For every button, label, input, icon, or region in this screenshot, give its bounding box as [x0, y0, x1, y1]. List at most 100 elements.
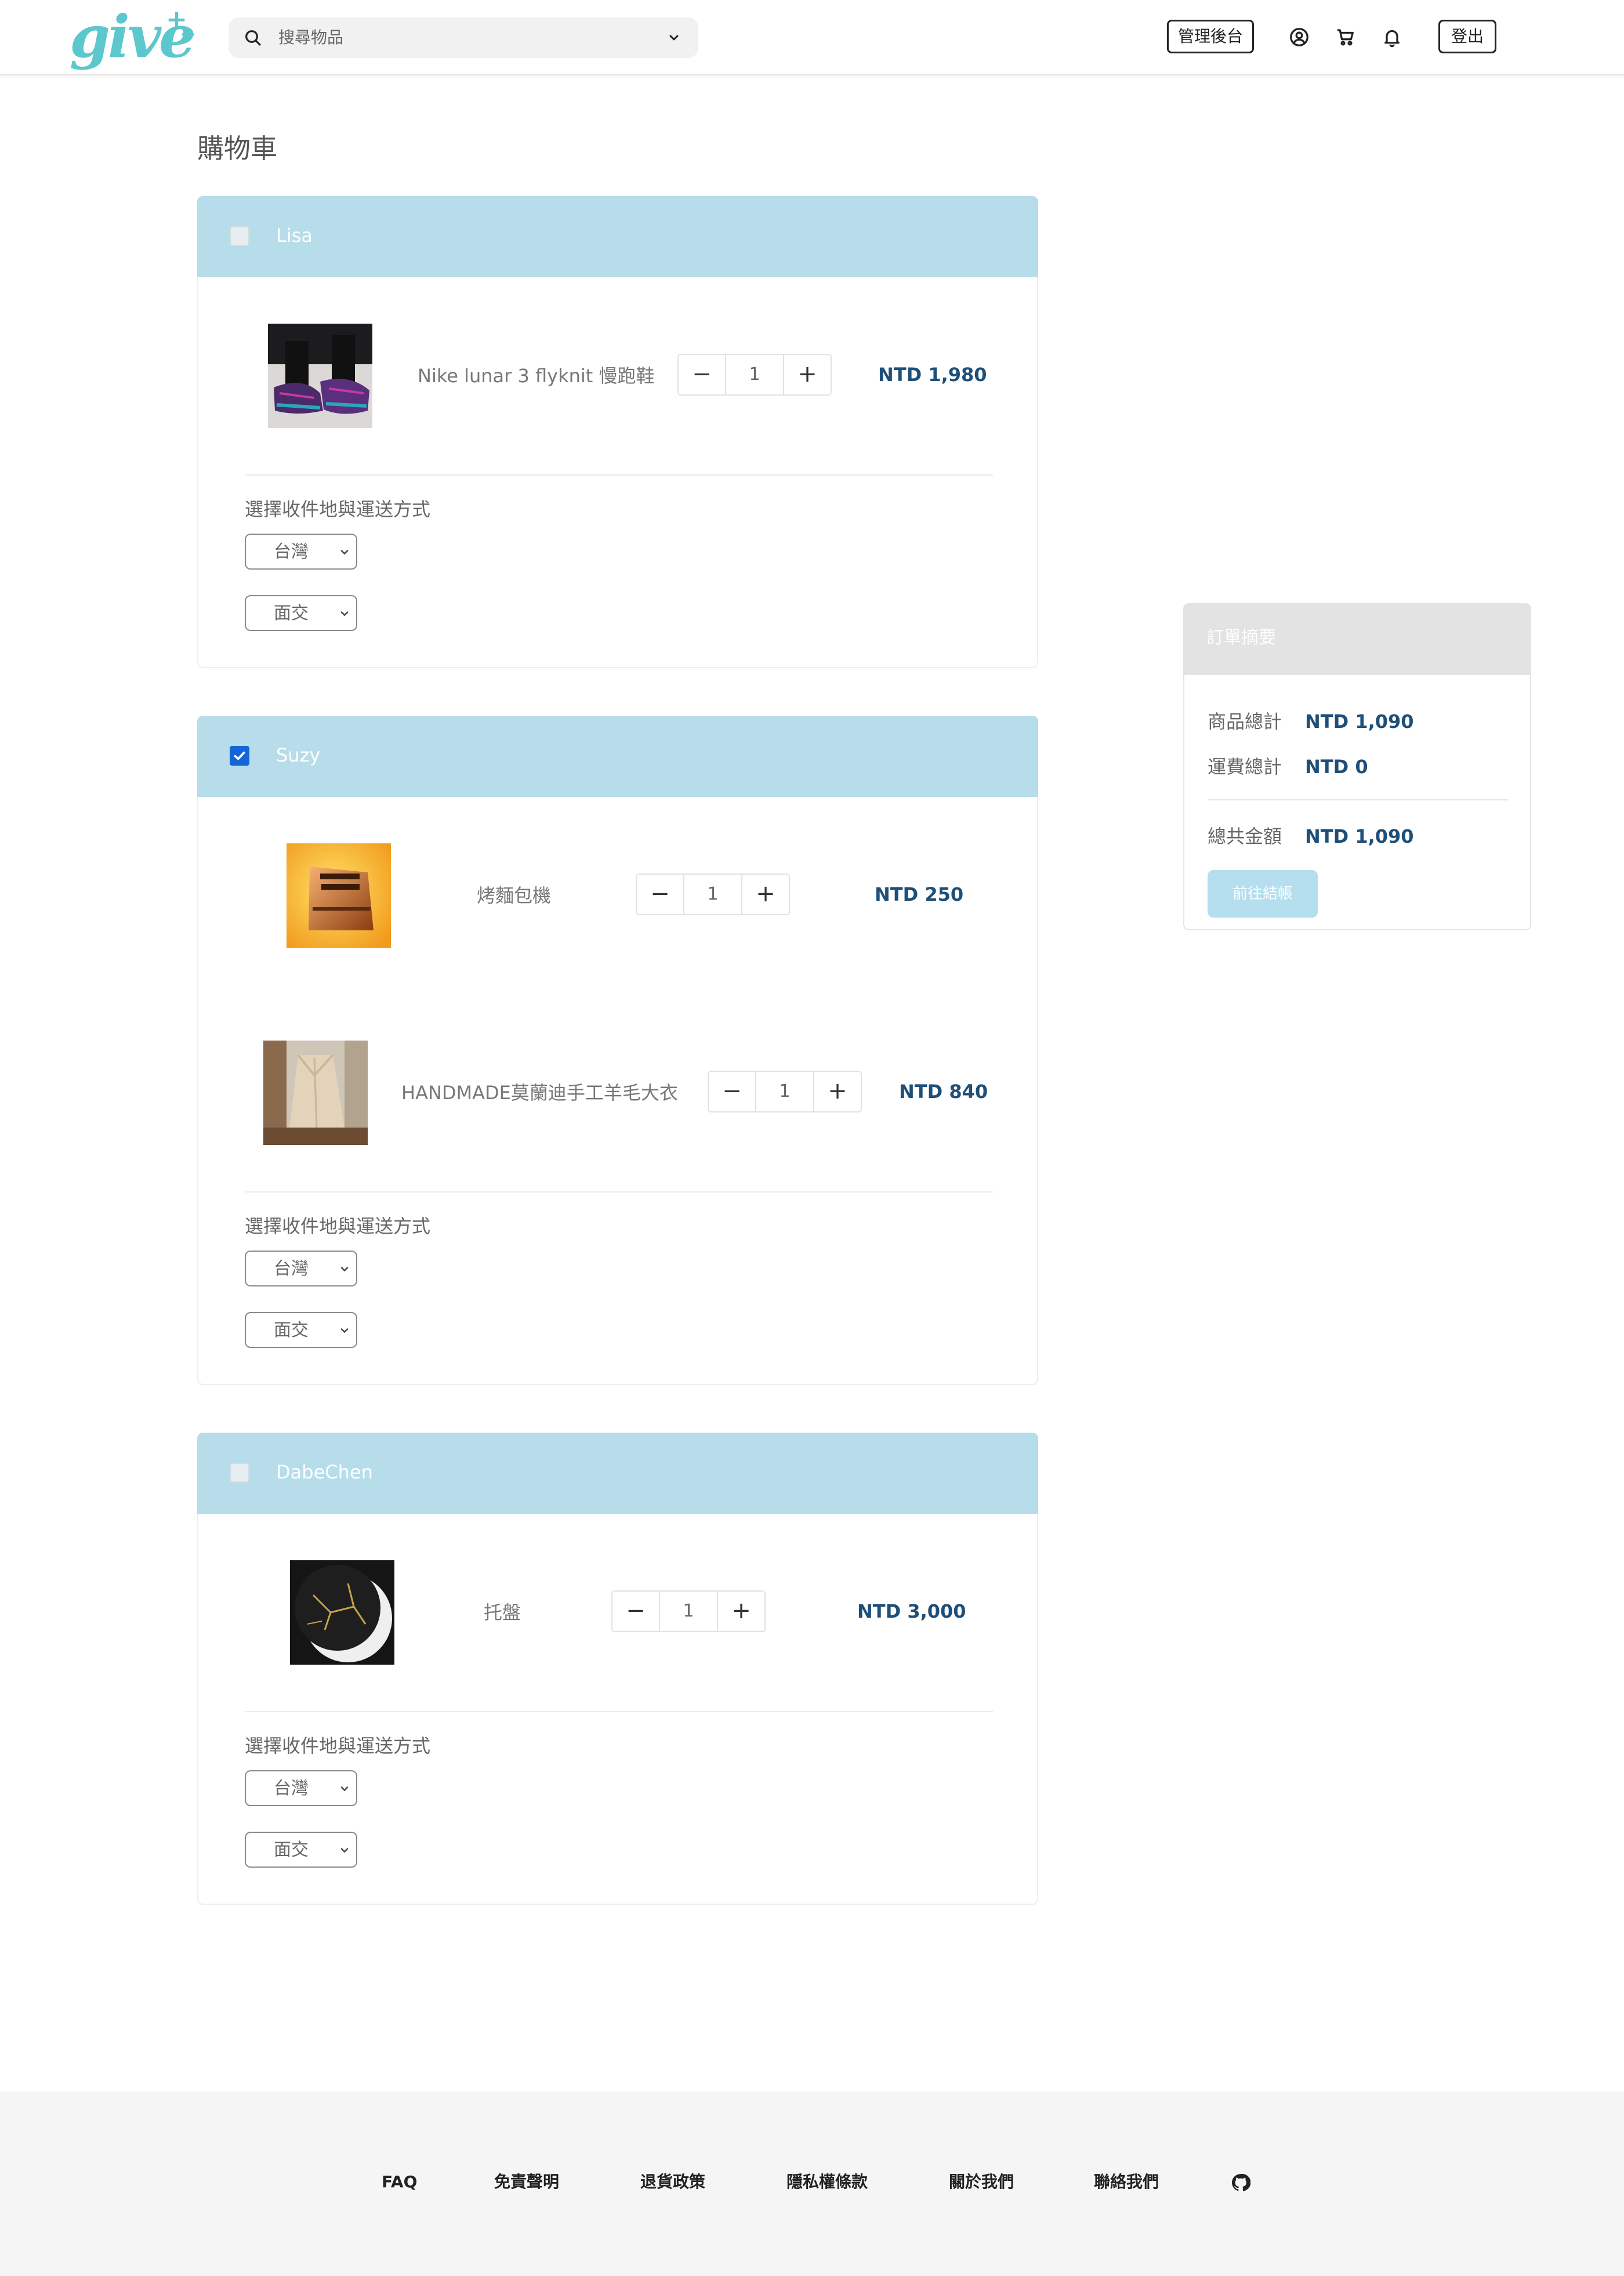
order-summary-title: 訂單摘要 — [1206, 628, 1276, 648]
decrease-quantity-button[interactable]: − — [611, 1590, 660, 1632]
product-image-wool-coat[interactable] — [263, 1041, 368, 1145]
footer-link-about[interactable]: 關於我們 — [949, 2170, 1014, 2194]
search-input[interactable]: 搜尋物品 — [278, 28, 343, 47]
github-icon[interactable] — [1231, 2173, 1250, 2192]
location-value: 台灣 — [274, 1259, 309, 1279]
checkout-button[interactable]: 前往結帳 — [1208, 870, 1318, 918]
shipping-label: 選擇收件地與運送方式 — [245, 1215, 431, 1237]
quantity-stepper: − 1 + — [708, 1071, 862, 1112]
seller-name: Lisa — [276, 224, 313, 247]
quantity-stepper: − 1 + — [611, 1590, 766, 1632]
divider — [245, 1711, 993, 1712]
cart-item: Nike lunar 3 flyknit 慢跑鞋 − 1 + NTD 1,980 — [198, 324, 1039, 428]
location-select[interactable]: 台灣 — [245, 1770, 357, 1806]
bell-icon[interactable] — [1382, 27, 1402, 48]
admin-button[interactable]: 管理後台 — [1167, 20, 1254, 53]
quantity-input[interactable]: 1 — [755, 1071, 814, 1112]
divider — [245, 474, 993, 476]
seller-card: Lisa Nike lunar 3 flyknit 慢跑鞋 − 1 + NTD … — [197, 196, 1038, 668]
cart-item: 烤麵包機 − 1 + NTD 250 — [198, 843, 1039, 948]
cart-icon[interactable] — [1335, 27, 1356, 48]
chevron-down-icon — [340, 611, 349, 617]
divider — [1208, 799, 1508, 800]
product-name[interactable]: Nike lunar 3 flyknit 慢跑鞋 — [418, 363, 655, 389]
seller-header: DabeChen — [197, 1433, 1038, 1514]
order-summary: 訂單摘要 商品總計 NTD 1,090 運費總計 NTD 0 總共金額 NTD … — [1183, 603, 1531, 930]
decrease-quantity-button[interactable]: − — [636, 874, 684, 915]
seller-card: Suzy 烤麵包機 − 1 + NTD 250 HANDMADE莫蘭迪手工羊毛大… — [197, 716, 1038, 1385]
seller-name: Suzy — [276, 744, 321, 766]
subtotal-label: 商品總計 — [1208, 711, 1282, 733]
grand-total-value: NTD 1,090 — [1305, 825, 1414, 847]
cart-item: 托盤 − 1 + NTD 3,000 — [198, 1560, 1039, 1665]
user-circle-icon[interactable] — [1289, 27, 1310, 48]
seller-checkbox[interactable] — [230, 226, 249, 246]
quantity-input[interactable]: 1 — [659, 1590, 718, 1632]
product-image-tray[interactable] — [290, 1560, 394, 1665]
checkmark-icon — [234, 751, 245, 760]
give-logo[interactable]: give + + — [70, 5, 197, 74]
increase-quantity-button[interactable]: + — [813, 1071, 862, 1112]
product-price: NTD 250 — [875, 883, 964, 905]
footer-link-disclaimer[interactable]: 免責聲明 — [494, 2170, 559, 2194]
location-select[interactable]: 台灣 — [245, 534, 357, 570]
chevron-down-icon — [340, 1786, 349, 1792]
logo-plus-small: + — [180, 23, 197, 46]
search-icon — [245, 30, 261, 46]
location-select[interactable]: 台灣 — [245, 1251, 357, 1286]
location-value: 台灣 — [274, 1778, 309, 1799]
product-price: NTD 3,000 — [857, 1600, 966, 1622]
delivery-method-select[interactable]: 面交 — [245, 1832, 357, 1868]
product-price: NTD 1,980 — [878, 364, 987, 386]
increase-quantity-button[interactable]: + — [741, 874, 790, 915]
order-summary-header: 訂單摘要 — [1183, 603, 1531, 675]
shipping-label: 選擇收件地與運送方式 — [245, 1735, 431, 1757]
delivery-method-value: 面交 — [274, 603, 309, 624]
footer-link-faq[interactable]: FAQ — [382, 2170, 417, 2194]
footer: FAQ 免責聲明 退貨政策 隱私權條款 關於我們 聯絡我們 — [0, 2092, 1624, 2276]
grand-total-label: 總共金額 — [1208, 825, 1282, 847]
divider — [245, 1191, 993, 1193]
product-name[interactable]: HANDMADE莫蘭迪手工羊毛大衣 — [401, 1080, 678, 1106]
cart-item: HANDMADE莫蘭迪手工羊毛大衣 − 1 + NTD 840 — [198, 1041, 1039, 1145]
location-value: 台灣 — [274, 542, 309, 562]
seller-checkbox[interactable] — [230, 1463, 249, 1483]
delivery-method-select[interactable]: 面交 — [245, 595, 357, 631]
seller-header: Lisa — [197, 196, 1038, 277]
footer-link-contact[interactable]: 聯絡我們 — [1094, 2170, 1159, 2194]
delivery-method-value: 面交 — [274, 1320, 309, 1340]
seller-card: DabeChen 托盤 − 1 + NTD 3,000 選擇收件地與運送方式 台… — [197, 1433, 1038, 1905]
footer-link-return-policy[interactable]: 退貨政策 — [640, 2170, 705, 2194]
product-image-shoes[interactable] — [268, 324, 372, 428]
product-name[interactable]: 烤麵包機 — [477, 883, 551, 908]
logout-button[interactable]: 登出 — [1438, 20, 1496, 53]
increase-quantity-button[interactable]: + — [783, 354, 832, 396]
chevron-down-icon — [340, 1328, 349, 1333]
chevron-down-icon — [340, 1848, 349, 1853]
page-title: 購物車 — [197, 133, 277, 164]
quantity-input[interactable]: 1 — [683, 874, 742, 915]
delivery-method-select[interactable]: 面交 — [245, 1312, 357, 1348]
decrease-quantity-button[interactable]: − — [708, 1071, 756, 1112]
quantity-stepper: − 1 + — [636, 874, 790, 915]
shipping-label: 選擇收件地與運送方式 — [245, 498, 431, 520]
chevron-down-icon[interactable] — [667, 31, 681, 45]
subtotal-value: NTD 1,090 — [1305, 711, 1414, 733]
seller-name: DabeChen — [276, 1461, 373, 1483]
top-navbar: give + + 搜尋物品 管理後台 登出 — [0, 0, 1624, 75]
seller-header: Suzy — [197, 716, 1038, 797]
search-bar[interactable]: 搜尋物品 — [229, 17, 698, 58]
footer-link-privacy[interactable]: 隱私權條款 — [786, 2170, 868, 2194]
product-name[interactable]: 托盤 — [484, 1600, 521, 1625]
chevron-down-icon — [340, 1267, 349, 1272]
chevron-down-icon — [340, 550, 349, 555]
increase-quantity-button[interactable]: + — [717, 1590, 766, 1632]
quantity-input[interactable]: 1 — [725, 354, 784, 396]
seller-checkbox[interactable] — [230, 746, 249, 766]
product-price: NTD 840 — [899, 1081, 988, 1103]
decrease-quantity-button[interactable]: − — [677, 354, 726, 396]
quantity-stepper: − 1 + — [677, 354, 832, 396]
shipping-total-label: 運費總計 — [1208, 756, 1282, 778]
product-image-toaster[interactable] — [287, 843, 391, 948]
delivery-method-value: 面交 — [274, 1840, 309, 1860]
